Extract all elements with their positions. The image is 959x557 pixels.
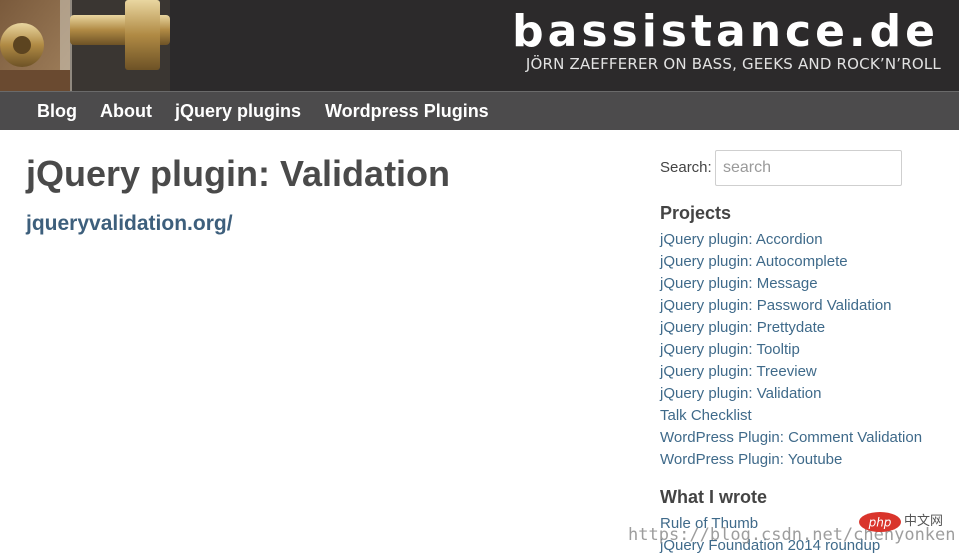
projects-heading: Projects — [660, 203, 732, 223]
nav-item-jquery-plugins[interactable]: jQuery plugins — [175, 92, 301, 130]
nav-item-blog[interactable]: Blog — [37, 92, 77, 130]
list-item: jQuery plugin: Tooltip — [660, 338, 922, 360]
site-title[interactable]: bassistance.de — [512, 4, 939, 60]
project-link-tooltip[interactable]: jQuery plugin: Tooltip — [660, 341, 800, 358]
list-item: jQuery plugin: Autocomplete — [660, 250, 922, 272]
site-tagline: JÖRN ZAEFFERER ON BASS, GEEKS AND ROCK’N… — [525, 55, 941, 73]
project-link-youtube[interactable]: WordPress Plugin: Youtube — [660, 451, 842, 468]
list-item: jQuery plugin: Message — [660, 272, 922, 294]
bass-tuner-image — [0, 0, 170, 91]
watermark-brand: 中文网 — [904, 514, 944, 529]
project-link-treeview[interactable]: jQuery plugin: Treeview — [660, 363, 817, 380]
list-item: Talk Checklist — [660, 404, 922, 426]
main-navigation: Blog About jQuery plugins Wordpress Plug… — [0, 91, 959, 130]
project-link-accordion[interactable]: jQuery plugin: Accordion — [660, 231, 823, 248]
php-logo-icon: php — [859, 512, 901, 532]
header-bass-photo — [0, 0, 170, 91]
nav-item-about[interactable]: About — [100, 92, 152, 130]
nav-item-wordpress-plugins[interactable]: Wordpress Plugins — [325, 92, 489, 130]
search-label: Search: — [660, 159, 712, 176]
list-item: WordPress Plugin: Youtube — [660, 448, 922, 470]
project-site-link[interactable]: jqueryvalidation.org/ — [26, 210, 233, 238]
what-i-wrote-heading: What I wrote — [660, 487, 767, 507]
search-input[interactable] — [715, 150, 902, 186]
list-item: jQuery plugin: Accordion — [660, 228, 922, 250]
project-link-password-validation[interactable]: jQuery plugin: Password Validation — [660, 297, 892, 314]
project-link-message[interactable]: jQuery plugin: Message — [660, 275, 818, 292]
list-item: jQuery plugin: Prettydate — [660, 316, 922, 338]
project-link-comment-validation[interactable]: WordPress Plugin: Comment Validation — [660, 429, 922, 446]
list-item: jQuery plugin: Treeview — [660, 360, 922, 382]
list-item: WordPress Plugin: Comment Validation — [660, 426, 922, 448]
projects-list: jQuery plugin: Accordion jQuery plugin: … — [660, 228, 922, 470]
page-title: jQuery plugin: Validation — [26, 153, 451, 194]
project-link-talk-checklist[interactable]: Talk Checklist — [660, 407, 752, 424]
site-header: bassistance.de JÖRN ZAEFFERER ON BASS, G… — [0, 0, 959, 91]
project-link-prettydate[interactable]: jQuery plugin: Prettydate — [660, 319, 825, 336]
list-item: jQuery plugin: Password Validation — [660, 294, 922, 316]
project-link-validation[interactable]: jQuery plugin: Validation — [660, 385, 821, 402]
project-link-autocomplete[interactable]: jQuery plugin: Autocomplete — [660, 253, 848, 270]
list-item: jQuery plugin: Validation — [660, 382, 922, 404]
php-logo-text: php — [868, 516, 892, 530]
